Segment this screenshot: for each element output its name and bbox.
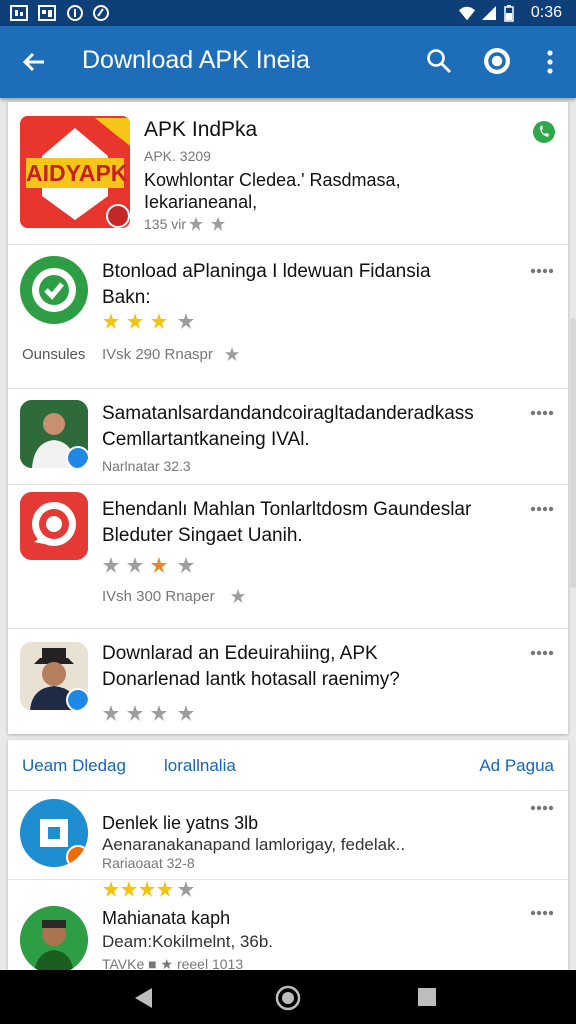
battery-icon [504,5,514,22]
list-item[interactable]: Mahianata kaph Deam:Kokilmelnt, 36b. TAV… [8,900,568,980]
image-notification-icon [10,5,28,21]
app-info: IVsh 300 Rnaper [102,588,215,605]
whatsapp-icon[interactable] [532,120,556,144]
overflow-menu-icon[interactable] [530,803,554,813]
more-vert-icon[interactable] [538,48,562,76]
more-apps-card: Ueam Dledag lorallnalia Ad Pagua Denlek … [8,740,568,980]
rating-stars [103,705,194,721]
nav-home-icon[interactable] [274,984,302,1012]
section-link-middle[interactable]: lorallnalia [164,756,236,776]
verified-badge-icon [106,204,130,228]
clock: 0:36 [530,4,562,21]
app-title-line2: Bleduter Singaet Uanih. [102,525,303,546]
chat-bubble-icon [32,268,76,312]
rating-stars [103,313,194,329]
ad-page-link[interactable]: Ad Pagua [479,756,554,776]
star-icon [230,588,246,604]
section-link-left[interactable]: Ueam Dledag [22,756,126,776]
app-icon-green [20,256,88,324]
app-title: Denlek lie yatns 3lb [102,813,259,833]
app-list-card: AIDYAPK APK IndPka APK. 3209 Kowhlontar … [8,102,568,734]
pin-chat-icon [20,492,88,560]
app-info: Rariaoaat 32-8 [102,855,195,871]
star-icon [224,346,240,362]
page-title: Download APK Ineia [82,46,310,74]
app-title-line1: Samatanlsardandandcoiragltadanderadkass [102,403,474,424]
overflow-menu-icon[interactable] [530,408,554,418]
cell-signal-icon [482,6,496,20]
app-icon-blue [20,799,88,867]
app-info: IVsk 290 Rnaspr [102,346,213,363]
verified-badge-icon [66,688,88,710]
calendar-notification-icon [38,5,56,21]
app-info: Narlnatar 32.3 [102,458,191,474]
rating-stars [103,557,194,573]
app-icon-avatar [20,906,88,974]
app-title-line1: Btonload aPlaningа I ldewuan Fidansia [102,261,431,282]
circle-notification-icon [67,5,83,21]
app-bar: Download APK Ineia [0,26,576,98]
app-title: Mahianata kaph [102,908,231,928]
featured-icon-text: AIDYAPK [26,160,128,186]
featured-app-meta: APK. 3209 [144,148,211,164]
back-arrow-icon[interactable] [20,48,48,76]
account-circle-icon[interactable] [482,46,512,76]
rating-stars [103,881,194,897]
app-title-line1: Downlarad an Edeuirahiing, APK [102,643,378,664]
app-icon-person [20,400,88,468]
app-title-line2: Donarlenad lantk hotasall raenimy? [102,669,400,690]
system-nav-bar [0,970,576,1024]
app-title-line2: Cemllartantkaneing IVAl. [102,429,310,450]
app-title-line1: Ehendanlı Mahlan Tonlarltdosm Gaundeslar [102,499,472,520]
overflow-menu-icon[interactable] [530,266,554,276]
nav-recents-icon[interactable] [416,986,438,1008]
verified-badge-icon [66,446,88,468]
list-item[interactable]: Ehendanlı Mahlan Tonlarltdosm Gaundeslar… [8,484,568,629]
featured-app-row[interactable]: AIDYAPK APK IndPka APK. 3209 Kowhlontar … [8,102,568,245]
search-icon[interactable] [426,48,452,74]
featured-app-icon: AIDYAPK [20,116,130,228]
featured-rating-text: 135 vir [144,216,187,232]
nav-back-icon[interactable] [132,986,154,1010]
list-item[interactable]: Downlarad an Edeuirahiing, APK Donarlena… [8,628,568,734]
avatar-photo-icon [20,906,88,974]
list-item[interactable]: Denlek lie yatns 3lb Aenaranakanapand la… [8,790,568,880]
scrollbar[interactable] [570,318,576,588]
list-item[interactable]: Btonload aPlaningа I ldewuan Fidansia Ba… [8,244,568,389]
overflow-menu-icon[interactable] [530,504,554,514]
status-bar: 0:36 [0,0,576,26]
list-item[interactable]: Samatanlsardandandcoiragltadanderadkass … [8,388,568,485]
category-label: Ounsules [22,346,86,363]
featured-stars [189,217,225,231]
update-badge-icon [66,845,88,867]
app-title-line2: Bakn: [102,287,151,308]
sync-notification-icon [93,5,109,21]
app-icon-red [20,492,88,560]
overflow-menu-icon[interactable] [530,648,554,658]
wifi-icon [458,6,476,21]
overflow-menu-icon[interactable] [530,908,554,918]
featured-desc-line1: Kowhlontar Cledea.' Rasdmasa, [144,170,401,190]
featured-app-name: APK IndPka [144,118,258,141]
app-desc: Aenaranakanapand lamlorigay, fedelak.. [102,835,406,854]
app-desc: Deam:Kokilmelnt, 36b. [102,932,274,951]
app-icon-portrait [20,642,88,710]
featured-desc-line2: Iekarianeanal, [144,192,258,212]
